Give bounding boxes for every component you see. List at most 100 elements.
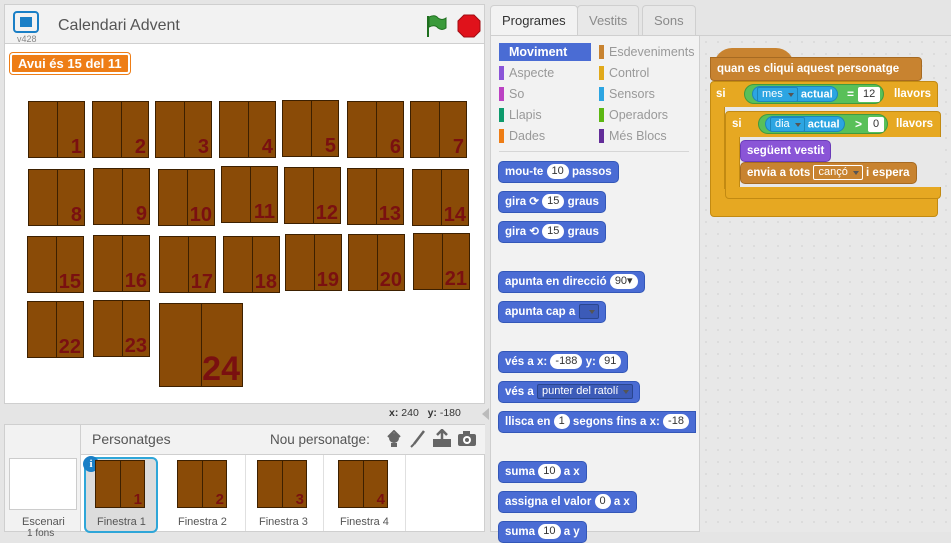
door-19[interactable]: 19 [285,234,342,291]
if-outer-then: llavors [894,88,932,100]
rotate-cw-icon: ⟳ [529,196,539,208]
category-esdeveniments[interactable]: Esdeveniments [599,43,694,61]
door-22[interactable]: 22 [27,301,84,358]
category-moviment[interactable]: Moviment [499,43,567,61]
door-11[interactable]: 11 [221,166,278,223]
stage-thumb-label: Escenari [22,516,65,528]
paint-sprite-icon[interactable] [409,430,427,448]
door-7[interactable]: 7 [410,101,467,158]
door-12[interactable]: 12 [284,167,341,224]
sprites-title: Personatges [92,431,171,447]
block-broadcast-and-wait[interactable]: envia a tots cançó i espera [740,162,917,184]
sprite-name-3: Finestra 3 [259,516,308,528]
divider [405,455,406,531]
stage-thumb-sub: 1 fons [27,528,55,539]
block-goto[interactable]: vés a punter del ratolí [498,381,641,403]
tab-programes[interactable]: Programes [490,5,578,36]
category-so[interactable]: So [499,85,524,103]
door-9[interactable]: 9 [93,168,150,225]
block-when-sprite-clicked[interactable]: quan es cliqui aquest personatge [710,57,922,81]
month-dropdown[interactable]: mes [757,87,798,102]
door-5[interactable]: 5 [282,100,339,157]
category-mes-blocs[interactable]: Més Blocs [599,127,667,145]
divider [323,455,324,531]
sprite-thumb-2[interactable]: 2 [177,460,227,508]
sprite-thumb-1: 1 [95,460,145,508]
sprite-pane: Personatges Nou personatge: Escenari 1 f… [4,424,485,539]
door-10[interactable]: 10 [158,169,215,226]
if-inner-label: si [732,118,742,130]
sensor-current-day[interactable]: dia actual [765,116,845,132]
sensor-current-month[interactable]: mes actual [752,86,838,102]
upload-sprite-icon[interactable] [432,428,452,448]
door-3[interactable]: 3 [155,101,212,158]
rotate-ccw-icon: ⟲ [529,226,539,238]
mouse-coords: x: 240 y: -180 [389,407,461,419]
new-sprite-label: Nou personatge: [270,432,370,447]
scripts-area[interactable]: quan es cliqui aquest personatge si mes … [700,35,951,532]
sprite-thumb-4[interactable]: 4 [338,460,388,508]
stage-thumbnail[interactable] [9,458,77,510]
towards-dropdown[interactable] [578,304,599,320]
fullscreen-icon[interactable] [13,11,39,33]
door-21[interactable]: 21 [413,233,470,290]
sprite-name-1: Finestra 1 [97,516,146,528]
broadcast-dropdown[interactable]: cançó [813,165,863,181]
category-llapis[interactable]: Llapis [499,106,542,124]
day-dropdown[interactable]: dia [770,117,805,132]
door-17[interactable]: 17 [159,236,216,293]
project-title[interactable]: Calendari Advent [58,17,180,35]
door-18[interactable]: 18 [223,236,280,293]
equals-symbol: = [847,87,855,101]
tab-vestits[interactable]: Vestits [577,5,640,35]
block-change-y[interactable]: suma 10 a y [498,521,587,543]
category-operadors[interactable]: Operadors [599,106,668,124]
door-2[interactable]: 2 [92,101,149,158]
month-value[interactable]: 12 [858,87,881,102]
sprite-library-icon[interactable] [385,429,403,448]
stage-header: v428 Calendari Advent [4,4,485,44]
date-banner: Avui és 15 del 11 [10,53,130,74]
day-value[interactable]: 0 [868,117,885,132]
block-turn-right[interactable]: gira ⟳ 15 graus [498,191,606,213]
category-aspecte[interactable]: Aspecte [499,64,554,82]
block-palette: Moviment Esdeveniments Aspecte Control S… [490,35,700,543]
category-sensors[interactable]: Sensors [599,85,655,103]
goto-dropdown[interactable]: punter del ratolí [536,384,634,400]
palette-divider [499,151,689,152]
green-flag-icon[interactable] [424,14,448,38]
stop-icon[interactable] [457,14,481,38]
door-4[interactable]: 4 [219,101,276,158]
greater-symbol: > [855,117,863,131]
block-goto-xy[interactable]: vés a x: -188 y: 91 [498,351,629,373]
block-next-costume[interactable]: següent vestit [740,140,832,162]
door-6[interactable]: 6 [347,101,404,158]
block-turn-left[interactable]: gira ⟲ 15 graus [498,221,606,243]
door-20[interactable]: 20 [348,234,405,291]
camera-icon[interactable] [457,431,477,447]
block-point-towards[interactable]: apunta cap a [498,301,606,323]
door-8[interactable]: 8 [28,169,85,226]
sprite-name-4: Finestra 4 [340,516,389,528]
door-23[interactable]: 23 [93,300,150,357]
door-16[interactable]: 16 [93,235,150,292]
door-24[interactable]: 24 [159,303,243,387]
divider [245,455,246,531]
tab-sons[interactable]: Sons [642,5,696,35]
door-14[interactable]: 14 [412,169,469,226]
door-15[interactable]: 15 [27,236,84,293]
block-change-x[interactable]: suma 10 a x [498,461,587,483]
collapse-stage-icon[interactable] [481,407,490,421]
door-1[interactable]: 1 [28,101,85,158]
door-13[interactable]: 13 [347,168,404,225]
block-glide[interactable]: llisca en 1 segons fins a x: -18 [498,411,696,433]
sprite-thumb-3[interactable]: 3 [257,460,307,508]
sprite-name-2: Finestra 2 [178,516,227,528]
block-set-x[interactable]: assigna el valor 0 a x [498,491,637,513]
category-dades[interactable]: Dades [499,127,545,145]
category-control[interactable]: Control [599,64,649,82]
block-point-direction[interactable]: apunta en direcció 90▾ [498,271,645,293]
if-outer-label: si [716,88,726,100]
block-move-steps[interactable]: mou-te 10 passos [498,161,619,183]
stage[interactable]: Avui és 15 del 11 1 2 3 4 5 6 7 8 9 10 1… [4,43,485,404]
